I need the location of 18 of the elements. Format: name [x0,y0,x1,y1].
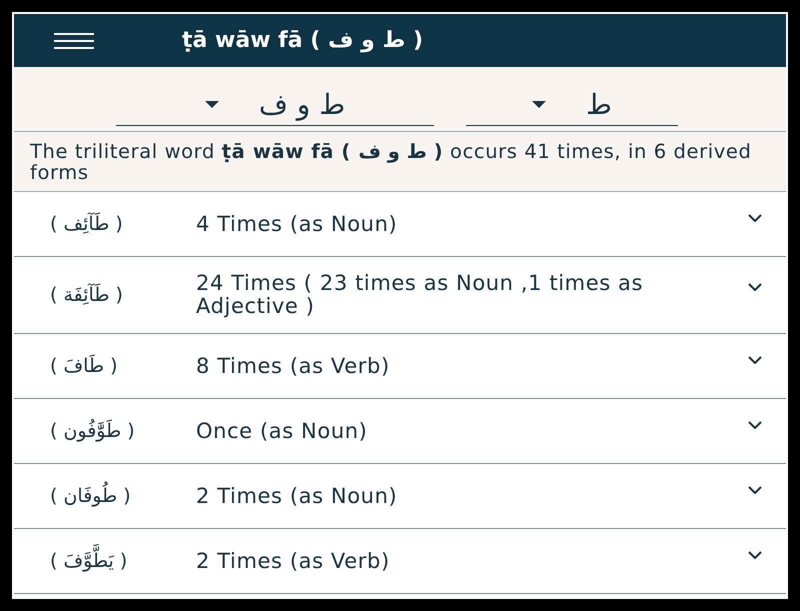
dropdown-arrow-icon [204,101,219,108]
arabic-word: ( طَآئِف ) [49,211,124,237]
arabic-word: ( يَطَّوَّفَ ) [14,546,196,576]
dropdown-arrow-icon [532,101,546,108]
occurrence-text: 2 Times (as Verb) [196,550,391,572]
menu-icon[interactable] [54,30,94,50]
app-title: ṭā wāw fā ( ط و ف ) [182,27,424,55]
occurrence-text: 24 Times ( 23 times as Noun ,1 times as Adjective ) [196,272,644,318]
occurrence-text: 2 Times (as Noun) [196,484,398,508]
occurrence-text: 8 Times (as Verb) [196,354,391,378]
root-dropdown[interactable]: ط [466,84,678,126]
occurrence-text: Once (as Noun) [196,420,368,442]
occurrence-text: 4 Times (as Noun) [196,212,398,236]
arabic-word: ( طُوفَان ) [14,482,196,510]
arabic-word: ( طَآئِفَة ) [49,282,124,308]
root-dropdown[interactable]: ط و ف [116,84,434,126]
arabic-word: ( طَوَّٰفُون ) [49,418,136,444]
arabic-word: ( طَافَ ) [49,354,119,379]
